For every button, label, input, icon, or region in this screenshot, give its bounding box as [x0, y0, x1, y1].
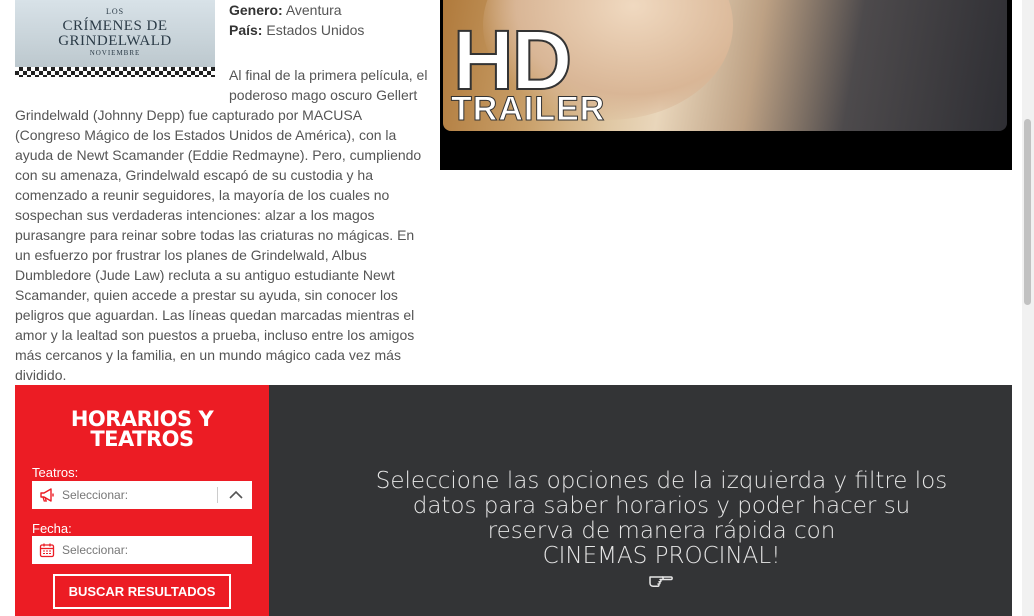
- country-row: País: Estados Unidos: [229, 20, 364, 40]
- calendar-icon: [39, 543, 55, 558]
- instructions-line1: Seleccione las opciones de la izquierda …: [375, 468, 948, 494]
- date-input-placeholder: Seleccionar:: [62, 543, 129, 557]
- country-label: País:: [229, 22, 263, 38]
- theaters-select-divider: [217, 487, 218, 503]
- chevron-up-icon[interactable]: [228, 489, 244, 501]
- page-scrollbar[interactable]: [1022, 0, 1034, 616]
- date-input[interactable]: Seleccionar:: [32, 536, 252, 564]
- trailer-thumbnail[interactable]: HD TRAILER: [443, 0, 1007, 131]
- showtimes-section: HORARIOS Y TEATROS Teatros: Seleccionar:…: [15, 385, 1012, 616]
- theaters-label: Teatros:: [32, 465, 79, 480]
- showtimes-heading-line2: TEATROS: [90, 427, 194, 451]
- synopsis-text: Al final de la primera película, el pode…: [15, 67, 428, 383]
- country-value: Estados Unidos: [266, 22, 365, 38]
- theaters-select-placeholder: Seleccionar:: [62, 488, 129, 502]
- megaphone-icon: [40, 488, 54, 502]
- genre-row: Genero: Aventura: [229, 0, 364, 20]
- scrollbar-thumb[interactable]: [1024, 119, 1031, 305]
- hand-pointer-icon: [649, 576, 673, 587]
- movie-meta: Genero: Aventura País: Estados Unidos: [229, 0, 364, 40]
- poster-title: LOS CRÍMENES DE GRINDELWALD: [15, 4, 215, 49]
- showtimes-heading: HORARIOS Y TEATROS: [15, 409, 269, 451]
- date-label: Fecha:: [32, 521, 72, 536]
- search-results-button[interactable]: BUSCAR RESULTADOS: [53, 574, 231, 609]
- trailer-player[interactable]: HD TRAILER: [440, 0, 1012, 170]
- poster-month: NOVIEMBRE: [89, 49, 141, 57]
- instructions-line2: datos para saber horarios y poder hacer …: [412, 493, 911, 519]
- theaters-select[interactable]: Seleccionar:: [32, 481, 252, 509]
- showtimes-filter-panel: HORARIOS Y TEATROS Teatros: Seleccionar:…: [15, 385, 269, 616]
- showtimes-results-panel: Seleccione las opciones de la izquierda …: [269, 385, 1012, 616]
- trailer-label-text: TRAILER: [450, 90, 606, 128]
- poster-title-sub: GRINDELWALD: [58, 33, 172, 49]
- poster-title-small: LOS: [105, 7, 125, 16]
- instructions-line4: CINEMAS PROCINAL!: [542, 543, 781, 569]
- showtimes-instructions: Seleccione las opciones de la izquierda …: [349, 469, 974, 569]
- synopsis-block: Al final de la primera película, el pode…: [15, 65, 429, 385]
- poster-title-main: CRÍMENES DE: [62, 18, 168, 34]
- instructions-line3: reserva de manera rápida con: [487, 518, 836, 544]
- genre-value: Aventura: [285, 2, 342, 18]
- genre-label: Genero:: [229, 2, 283, 18]
